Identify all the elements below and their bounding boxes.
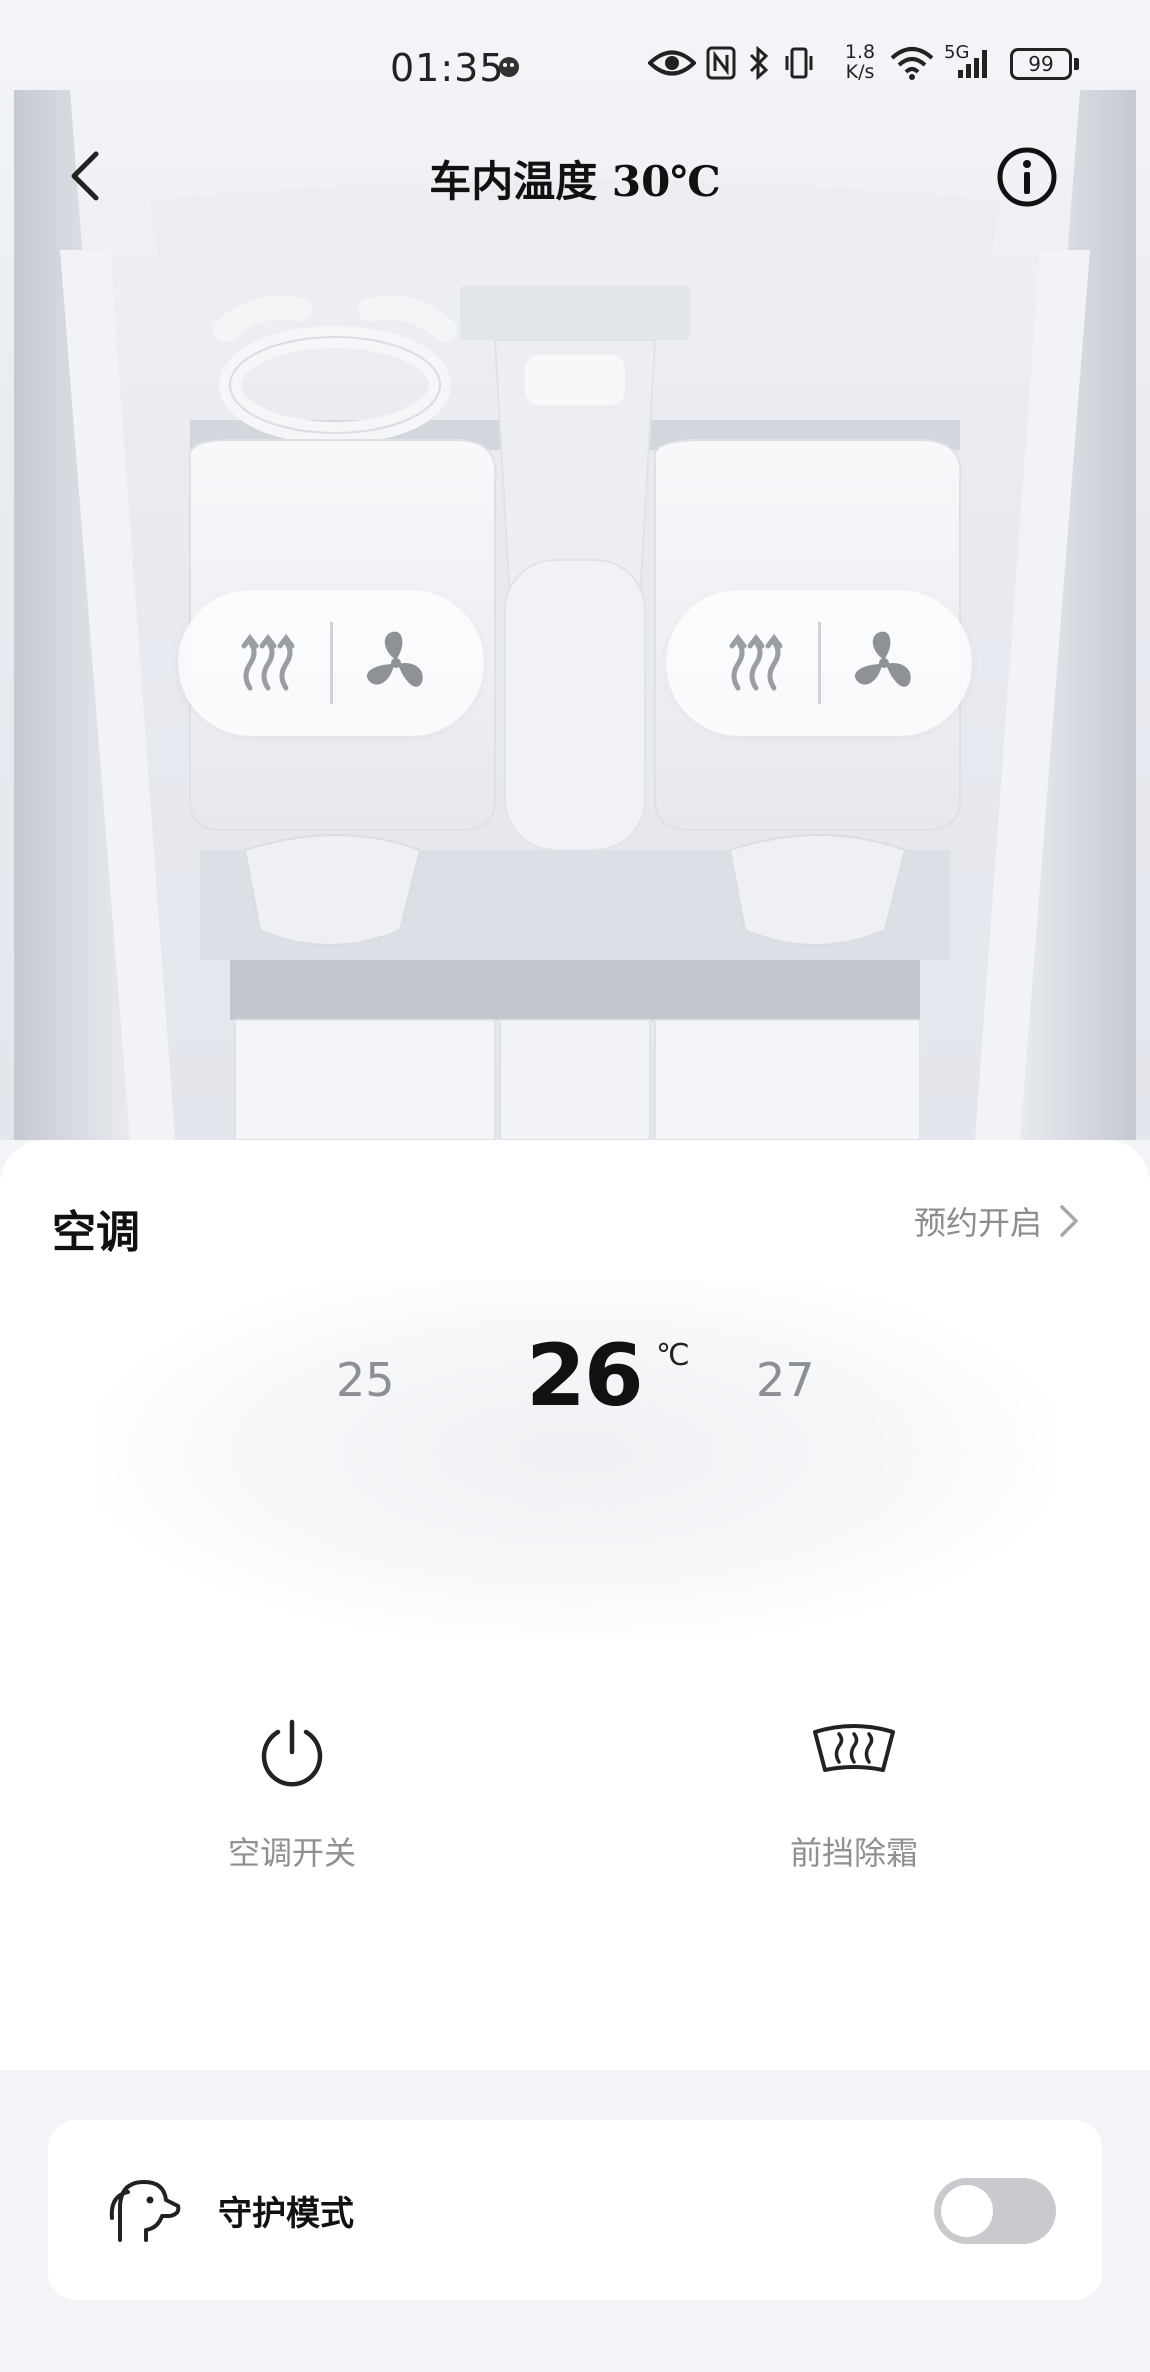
temperature-unit: ℃ — [656, 1338, 690, 1373]
seat-fan-icon — [366, 631, 423, 687]
toggle-knob — [941, 2185, 993, 2237]
front-defrost-label: 前挡除霜 — [789, 1834, 918, 1872]
pill-divider — [330, 622, 333, 704]
right-seat-fan-button[interactable] — [850, 630, 918, 700]
chevron-right-icon — [1060, 1205, 1078, 1237]
eye-icon — [648, 50, 696, 76]
battery-cap — [1074, 58, 1079, 70]
left-seat-heat-button[interactable] — [236, 630, 300, 698]
ac-card: 空调 预约开启 25 26 ℃ 27 空调开关 前挡除霜 — [0, 1140, 1150, 2070]
network-speed: 1.8 K/s — [840, 42, 880, 82]
guard-mode-label: 守护模式 — [218, 2194, 354, 2234]
page-title: 车内温度 30℃ — [429, 157, 721, 206]
left-seat-fan-button[interactable] — [362, 630, 430, 700]
bluetooth-icon — [749, 46, 769, 80]
right-seat-controls — [666, 590, 972, 736]
temperature-option-next[interactable]: 27 — [756, 1353, 815, 1407]
guard-mode-toggle[interactable] — [934, 2178, 1056, 2244]
info-button[interactable] — [996, 146, 1058, 208]
seat-fan-icon — [854, 631, 911, 687]
cellular-signal-icon — [958, 50, 987, 78]
schedule-start-label: 预约开启 — [913, 1204, 1042, 1242]
seat-heat-icon — [241, 633, 295, 691]
temperature-option-prev[interactable]: 25 — [336, 1353, 395, 1407]
guard-mode-card: 守护模式 — [48, 2120, 1102, 2300]
battery-level: 99 — [1028, 52, 1054, 76]
notification-app-icon — [499, 57, 519, 77]
right-seat-heat-button[interactable] — [724, 630, 788, 698]
ac-section-title: 空调 — [52, 1207, 140, 1258]
left-seat-controls — [178, 590, 484, 736]
wifi-icon — [890, 47, 934, 80]
car-interior-view: 01:35 1.8 K/s 5G 99 车内温度 30℃ — [0, 0, 1150, 1140]
front-defrost-button[interactable]: 前挡除霜 — [754, 1718, 954, 1874]
network-speed-value: 1.8 — [844, 41, 876, 63]
temperature-current[interactable]: 26 — [526, 1326, 644, 1426]
windshield-defrost-icon — [813, 1724, 895, 1772]
ac-power-button[interactable]: 空调开关 — [192, 1718, 392, 1874]
dog-icon — [109, 2180, 181, 2242]
power-icon — [261, 1719, 323, 1787]
info-icon — [997, 147, 1057, 207]
seat-heat-icon — [729, 633, 783, 691]
status-time: 01:35 — [390, 46, 505, 90]
pill-divider — [818, 622, 821, 704]
ac-power-label: 空调开关 — [227, 1834, 356, 1872]
guard-mode-icon-wrap — [106, 2178, 182, 2246]
battery-indicator: 99 — [1010, 48, 1072, 80]
vibrate-icon — [785, 47, 813, 79]
network-speed-unit: K/s — [845, 61, 875, 83]
schedule-start-link[interactable]: 预约开启 — [914, 1196, 1080, 1246]
nfc-icon — [706, 46, 736, 80]
status-bar: 01:35 1.8 K/s 5G 99 — [0, 38, 1150, 98]
